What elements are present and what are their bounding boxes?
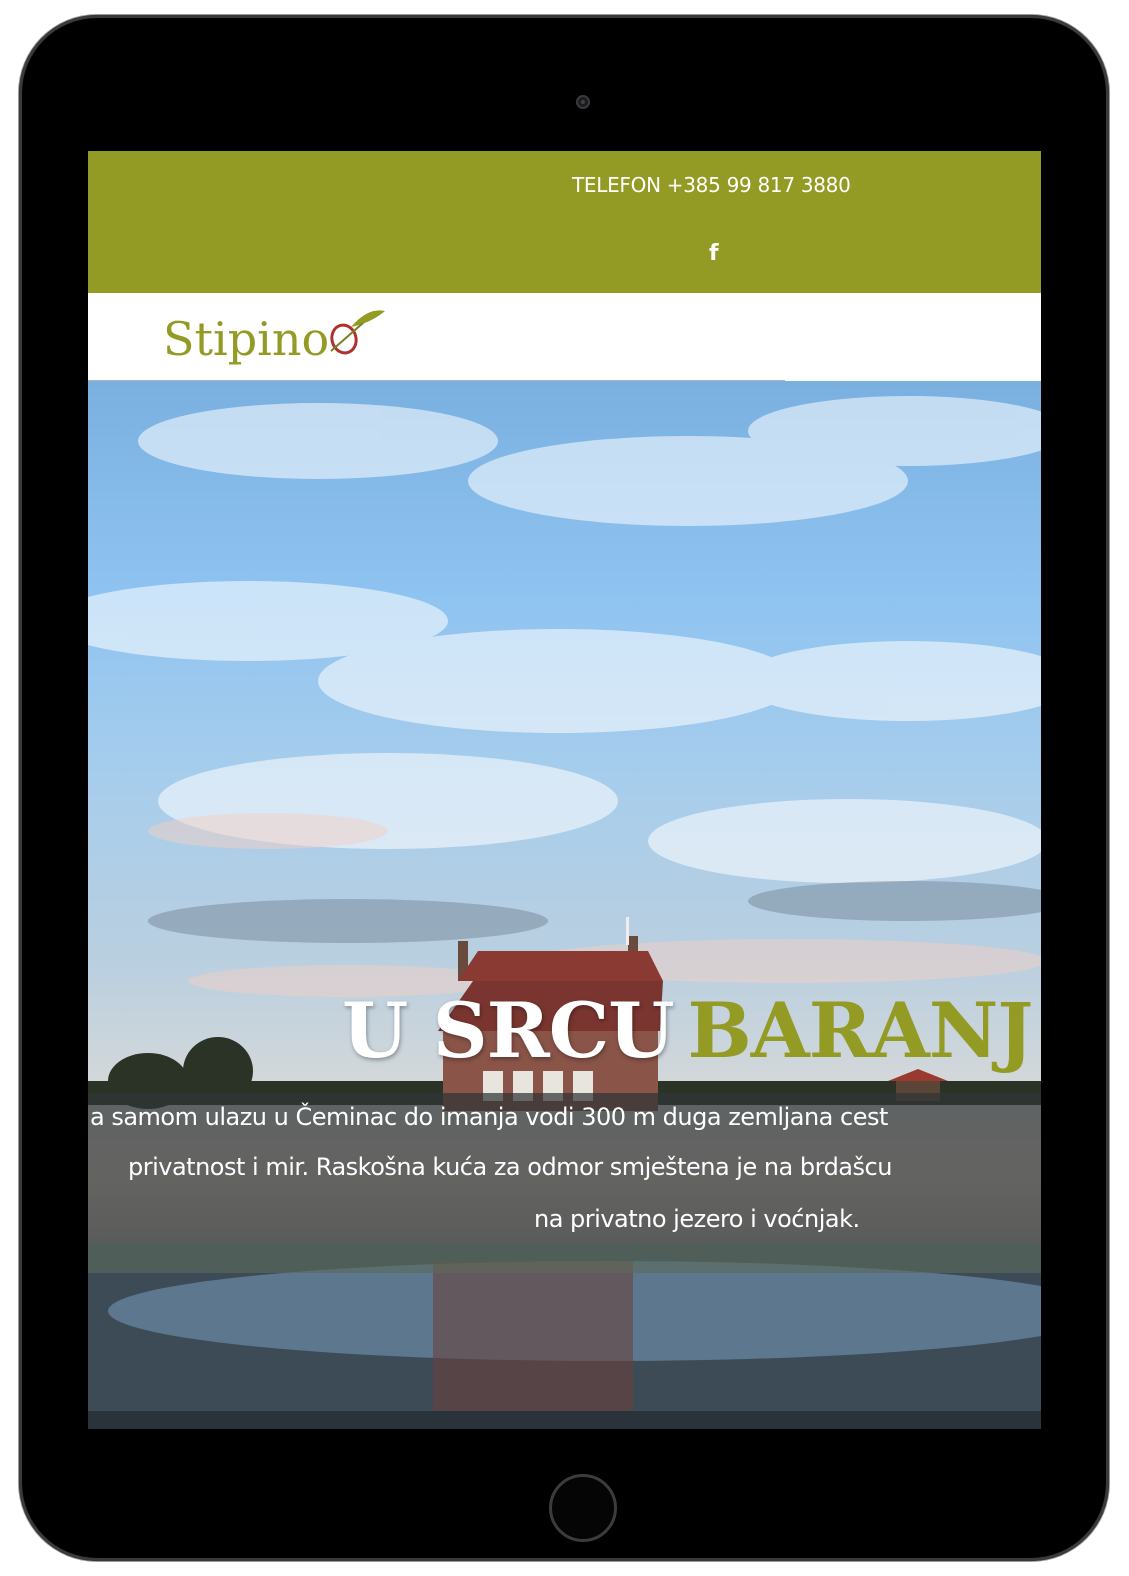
hero-text-line: a samom ulazu u Čeminac do imanja vodi 3… <box>90 1103 888 1131</box>
phone-number[interactable]: TELEFON +385 99 817 3880 <box>572 173 851 197</box>
headline-green: BARANJ <box>687 986 1034 1075</box>
site-header: Stipino <box>88 293 1041 381</box>
facebook-icon[interactable]: f <box>709 241 719 266</box>
hero-text-line: na privatno jezero i voćnjak. <box>534 1205 860 1233</box>
top-bar: TELEFON +385 99 817 3880 f <box>88 151 1041 293</box>
hero-text-line: privatnost i mir. Raskošna kuća za odmor… <box>128 1153 892 1181</box>
home-button[interactable] <box>549 1474 617 1542</box>
hero-text-box: a samom ulazu u Čeminac do imanja vodi 3… <box>88 1093 1041 1243</box>
headline-white: U SRCU <box>342 986 675 1075</box>
hero-photo <box>88 396 1041 1429</box>
front-camera <box>576 95 590 109</box>
hero-headline: U SRCU BARANJ <box>342 993 1033 1069</box>
stipino-logo[interactable]: Stipino <box>163 301 393 373</box>
screen: TELEFON +385 99 817 3880 f Stipino U SRC… <box>88 151 1041 1429</box>
logo-text: Stipino <box>163 312 329 366</box>
hero-slider: U SRCU BARANJ a samom ulazu u Čeminac do … <box>88 381 1041 1429</box>
